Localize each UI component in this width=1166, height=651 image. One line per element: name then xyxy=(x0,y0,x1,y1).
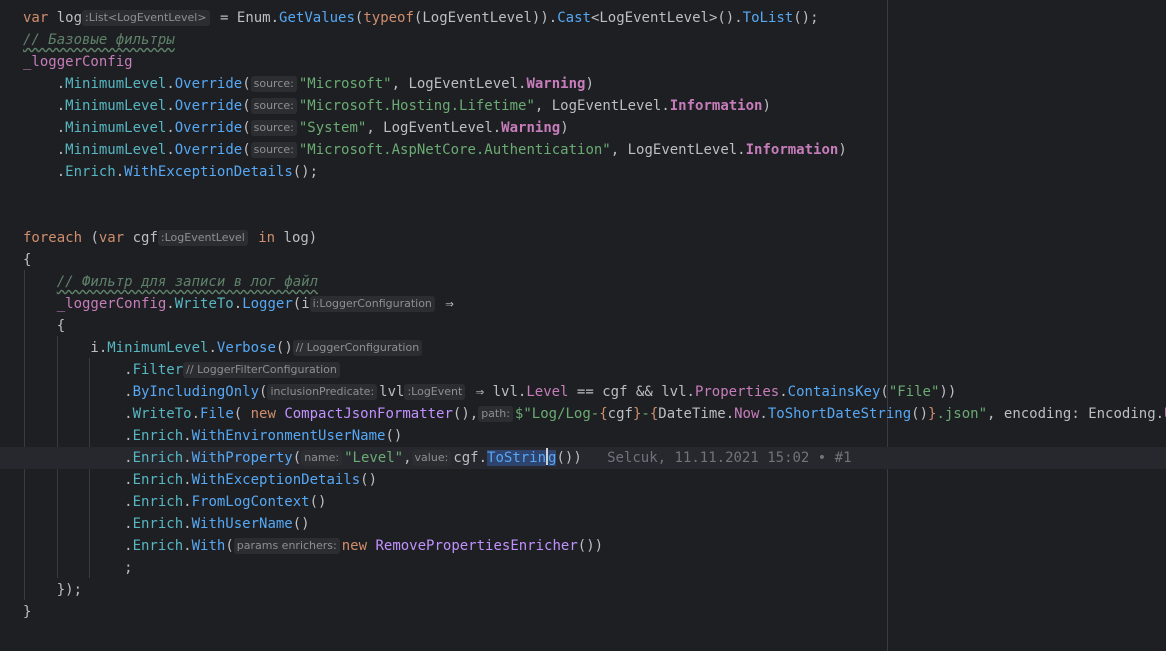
type-hint: :List<LogEventLevel> xyxy=(82,10,210,26)
code-line[interactable]: .Enrich.With(params enrichers: new Remove… xyxy=(0,535,1166,557)
code-line[interactable]: foreach (var cgf:LogEventLevel in log) xyxy=(0,227,1166,249)
param-hint: inclusionPredicate: xyxy=(267,384,378,400)
code-line[interactable]: .MinimumLevel.Override(source: "Microsoft… xyxy=(0,139,1166,161)
param-hint: source: xyxy=(250,142,297,158)
code-line[interactable]: { xyxy=(0,249,1166,271)
code-editor[interactable]: var log:List<LogEventLevel> = Enum.GetVa… xyxy=(0,0,1166,651)
param-hint: source: xyxy=(250,76,297,92)
param-hint: source: xyxy=(250,120,297,136)
return-type-hint: // LoggerFilterConfiguration xyxy=(183,362,340,378)
return-type-hint: // LoggerConfiguration xyxy=(292,340,423,356)
code-line[interactable]: .Enrich.WithEnvironmentUserName() xyxy=(0,425,1166,447)
param-hint: params enrichers: xyxy=(233,538,340,554)
type-hint: :LogEventLevel xyxy=(157,230,248,246)
param-hint: value: xyxy=(411,450,452,466)
type-hint: i:LoggerConfiguration xyxy=(309,296,435,312)
code-line[interactable]: var log:List<LogEventLevel> = Enum.GetVa… xyxy=(0,7,1166,29)
code-line[interactable]: { xyxy=(0,315,1166,337)
current-code-line[interactable]: .Enrich.WithProperty(name: "Level", value:… xyxy=(0,447,1166,469)
code-line[interactable]: .MinimumLevel.Override(source: "Microsoft… xyxy=(0,95,1166,117)
inline-blame-annotation: Selcuk, 11.11.2021 15:02 • #1 xyxy=(607,450,852,466)
code-line[interactable]: .MinimumLevel.Override(source: "System", … xyxy=(0,117,1166,139)
param-hint: name: xyxy=(301,450,343,466)
code-line[interactable]: .Enrich.WithUserName() xyxy=(0,513,1166,535)
param-hint: path: xyxy=(478,406,513,422)
code-line[interactable]: .Enrich.WithExceptionDetails(); xyxy=(0,161,1166,183)
code-line[interactable]: .Enrich.FromLogContext() xyxy=(0,491,1166,513)
code-line[interactable]: }); xyxy=(0,579,1166,601)
code-line[interactable]: i.MinimumLevel.Verbose()// LoggerConfigu… xyxy=(0,337,1166,359)
code-line[interactable]: .Enrich.WithExceptionDetails() xyxy=(0,469,1166,491)
code-line[interactable]: } xyxy=(0,601,1166,623)
code-comment: // Фильтр для записи в лог файл xyxy=(56,274,319,290)
code-line[interactable]: // Фильтр для записи в лог файл xyxy=(0,271,1166,293)
code-line[interactable]: _loggerConfig xyxy=(0,51,1166,73)
code-line[interactable]: .Filter// LoggerFilterConfiguration xyxy=(0,359,1166,381)
code-line[interactable]: ; xyxy=(0,557,1166,579)
code-line[interactable]: _loggerConfig.WriteTo.Logger(i i:LoggerCo… xyxy=(0,293,1166,315)
code-line[interactable]: // Базовые фильтры xyxy=(0,29,1166,51)
type-hint: :LogEvent xyxy=(404,384,466,400)
code-line[interactable]: .ByIncludingOnly(inclusionPredicate: lvl:… xyxy=(0,381,1166,403)
code-line[interactable]: .MinimumLevel.Override(source: "Microsoft… xyxy=(0,73,1166,95)
param-hint: source: xyxy=(250,98,297,114)
code-comment: // Базовые фильтры xyxy=(23,32,175,48)
code-line[interactable]: .WriteTo.File( new CompactJsonFormatter(… xyxy=(0,403,1166,425)
